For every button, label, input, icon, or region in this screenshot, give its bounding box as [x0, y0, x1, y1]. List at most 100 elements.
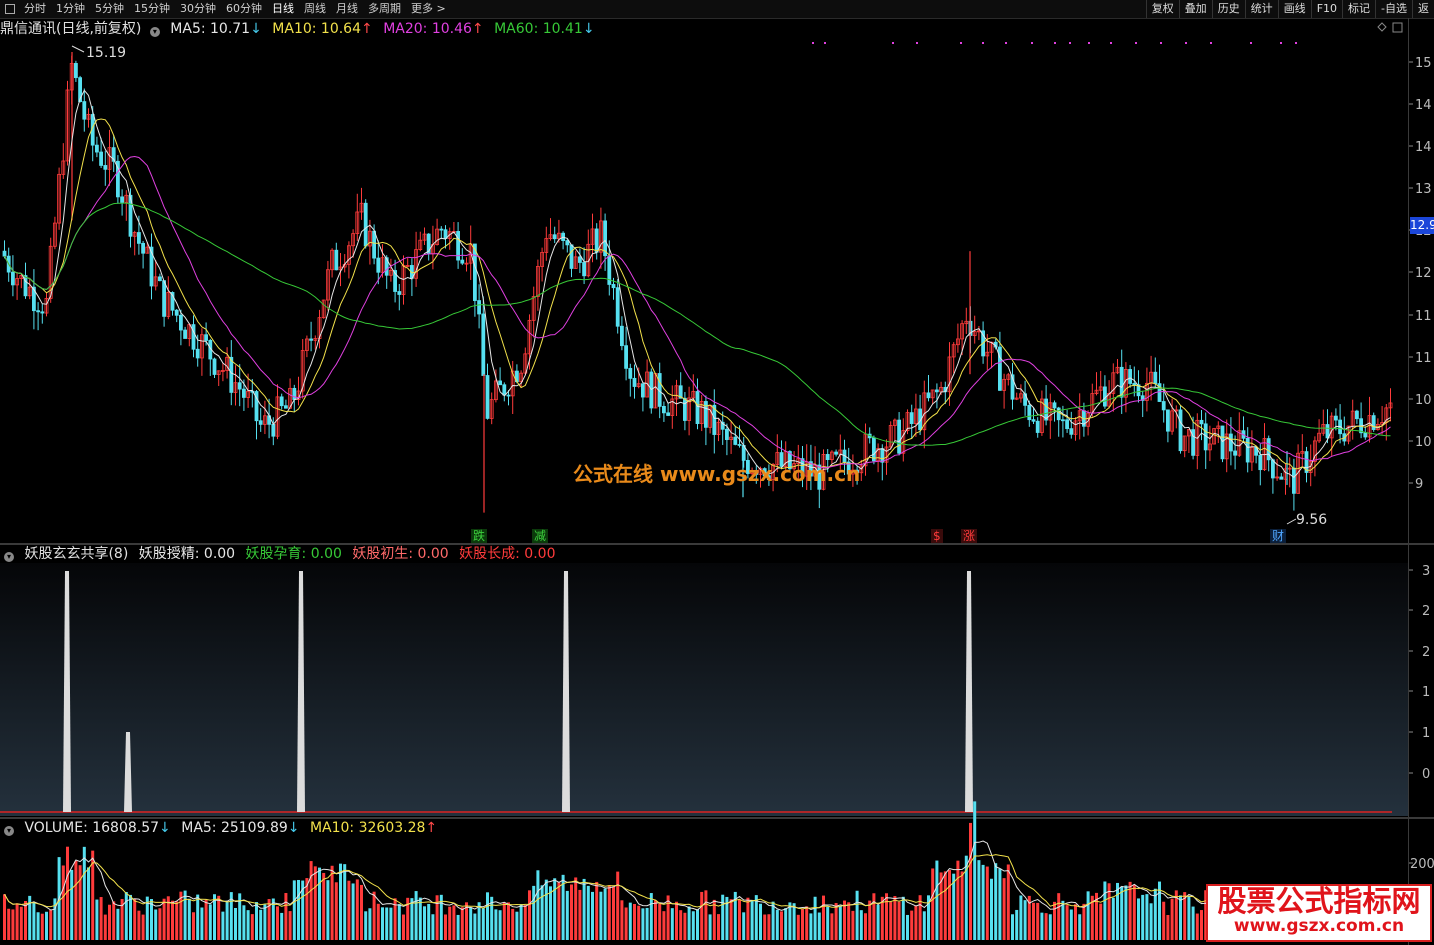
volume-bar: [108, 904, 111, 940]
volume-bar: [1137, 898, 1140, 940]
candle-body: [632, 377, 637, 387]
indicator-item-3: 妖股初生: 0.00: [352, 546, 449, 562]
volume-bar: [712, 899, 716, 940]
volume-bar: [1153, 888, 1157, 940]
indicator-background: [0, 563, 1408, 816]
volume-bar: [893, 896, 897, 940]
volume-bar: [1141, 894, 1145, 940]
candle-body: [1069, 428, 1074, 435]
candle-body: [74, 63, 78, 79]
volume-bar: [469, 907, 473, 940]
volume-bar: [1120, 886, 1124, 940]
volume-bar: [221, 911, 225, 940]
volume-bar: [582, 878, 586, 940]
volume-bar: [683, 912, 687, 940]
volume-bar: [595, 881, 599, 940]
marker-fall[interactable]: 跌: [471, 529, 488, 543]
volume-bar: [225, 900, 229, 940]
volume-bar: [397, 904, 401, 940]
marker-dollar[interactable]: $: [931, 529, 943, 543]
down-arrow-icon: ↓: [159, 820, 171, 836]
candle-body: [460, 259, 465, 264]
indicator-name: 妖股玄玄共享(8): [24, 546, 129, 562]
candle-body: [1166, 409, 1170, 432]
indicator-item-1: 妖股授精: 0.00: [138, 546, 236, 562]
y-axis-label: 14: [1415, 98, 1432, 113]
volume-dropdown-icon[interactable]: ▾: [4, 826, 14, 836]
volume-bar: [99, 897, 103, 940]
candle-body: [909, 412, 914, 424]
volume-bar: [276, 906, 279, 940]
volume-bar: [24, 901, 27, 940]
volume-bar: [246, 910, 250, 940]
candle-body: [334, 249, 339, 271]
volume-bar: [460, 907, 464, 940]
marker-rise[interactable]: 涨: [961, 529, 978, 543]
volume-bar: [11, 909, 15, 940]
signal-dot: [1250, 42, 1252, 44]
y-axis-label: 13: [1415, 182, 1432, 197]
candle-body: [82, 101, 87, 120]
marker-reduce[interactable]: 减: [532, 529, 549, 543]
candle-body: [628, 367, 633, 379]
volume-bar: [49, 909, 53, 940]
marker-finance[interactable]: 财: [1270, 529, 1287, 543]
volume-bar: [141, 914, 145, 940]
volume-bar: [217, 895, 221, 940]
volume-bar: [1195, 913, 1199, 940]
volume-bar: [742, 912, 746, 940]
candle-body: [1027, 404, 1032, 421]
volume-bar: [943, 871, 947, 940]
volume-value: VOLUME: 16808.57: [24, 820, 160, 836]
volume-bar: [948, 870, 951, 940]
volume-bar: [360, 884, 363, 940]
volume-bar: [851, 910, 855, 940]
volume-bar: [1074, 904, 1077, 940]
volume-bar: [414, 891, 418, 940]
volume-bar: [670, 908, 674, 940]
volume-bar: [103, 914, 107, 940]
candle-body: [372, 230, 377, 259]
candle-body: [666, 412, 670, 416]
indicator-dropdown-icon[interactable]: ▾: [4, 552, 14, 562]
volume-bar: [452, 905, 456, 940]
volume-bar: [343, 864, 347, 940]
volume-bar: [969, 822, 972, 940]
volume-bar: [977, 860, 981, 940]
y-axis-label: 1: [1422, 685, 1430, 700]
volume-bar: [792, 903, 796, 940]
volume-bar: [19, 906, 23, 940]
candle-body: [683, 397, 687, 421]
volume-bar: [704, 890, 708, 940]
candle-body: [309, 338, 314, 341]
candle-body: [897, 419, 901, 454]
volume-bar: [717, 914, 720, 940]
volume-bar: [830, 913, 834, 940]
volume-bar: [603, 888, 607, 940]
candle-body: [1161, 401, 1166, 411]
y-axis-divider: [1408, 18, 1409, 945]
candle-body: [40, 311, 45, 314]
volume-bar: [204, 899, 208, 940]
volume-bar: [477, 902, 481, 940]
volume-bar: [171, 900, 174, 940]
y-axis-label: 0: [1422, 767, 1430, 782]
volume-bar: [511, 908, 515, 940]
up-arrow-icon: ↑: [425, 820, 438, 836]
volume-bar: [372, 891, 376, 940]
volume-bar: [242, 905, 246, 940]
volume-bar: [45, 911, 48, 940]
volume-bar: [1036, 902, 1040, 940]
volume-bar: [1078, 914, 1082, 940]
volume-bar: [1111, 897, 1115, 940]
candle-body: [502, 384, 507, 396]
volume-bar: [1019, 895, 1023, 940]
volume-bar: [780, 911, 783, 940]
volume-bar: [448, 906, 452, 940]
low-price-label: 9.56: [1296, 512, 1327, 528]
brand-logo: 股票公式指标网 www.gszx.com.cn: [1206, 884, 1432, 942]
candle-body: [439, 228, 444, 231]
candle-body: [1031, 419, 1036, 422]
volume-bar: [284, 893, 288, 940]
candle-body: [1153, 371, 1158, 385]
